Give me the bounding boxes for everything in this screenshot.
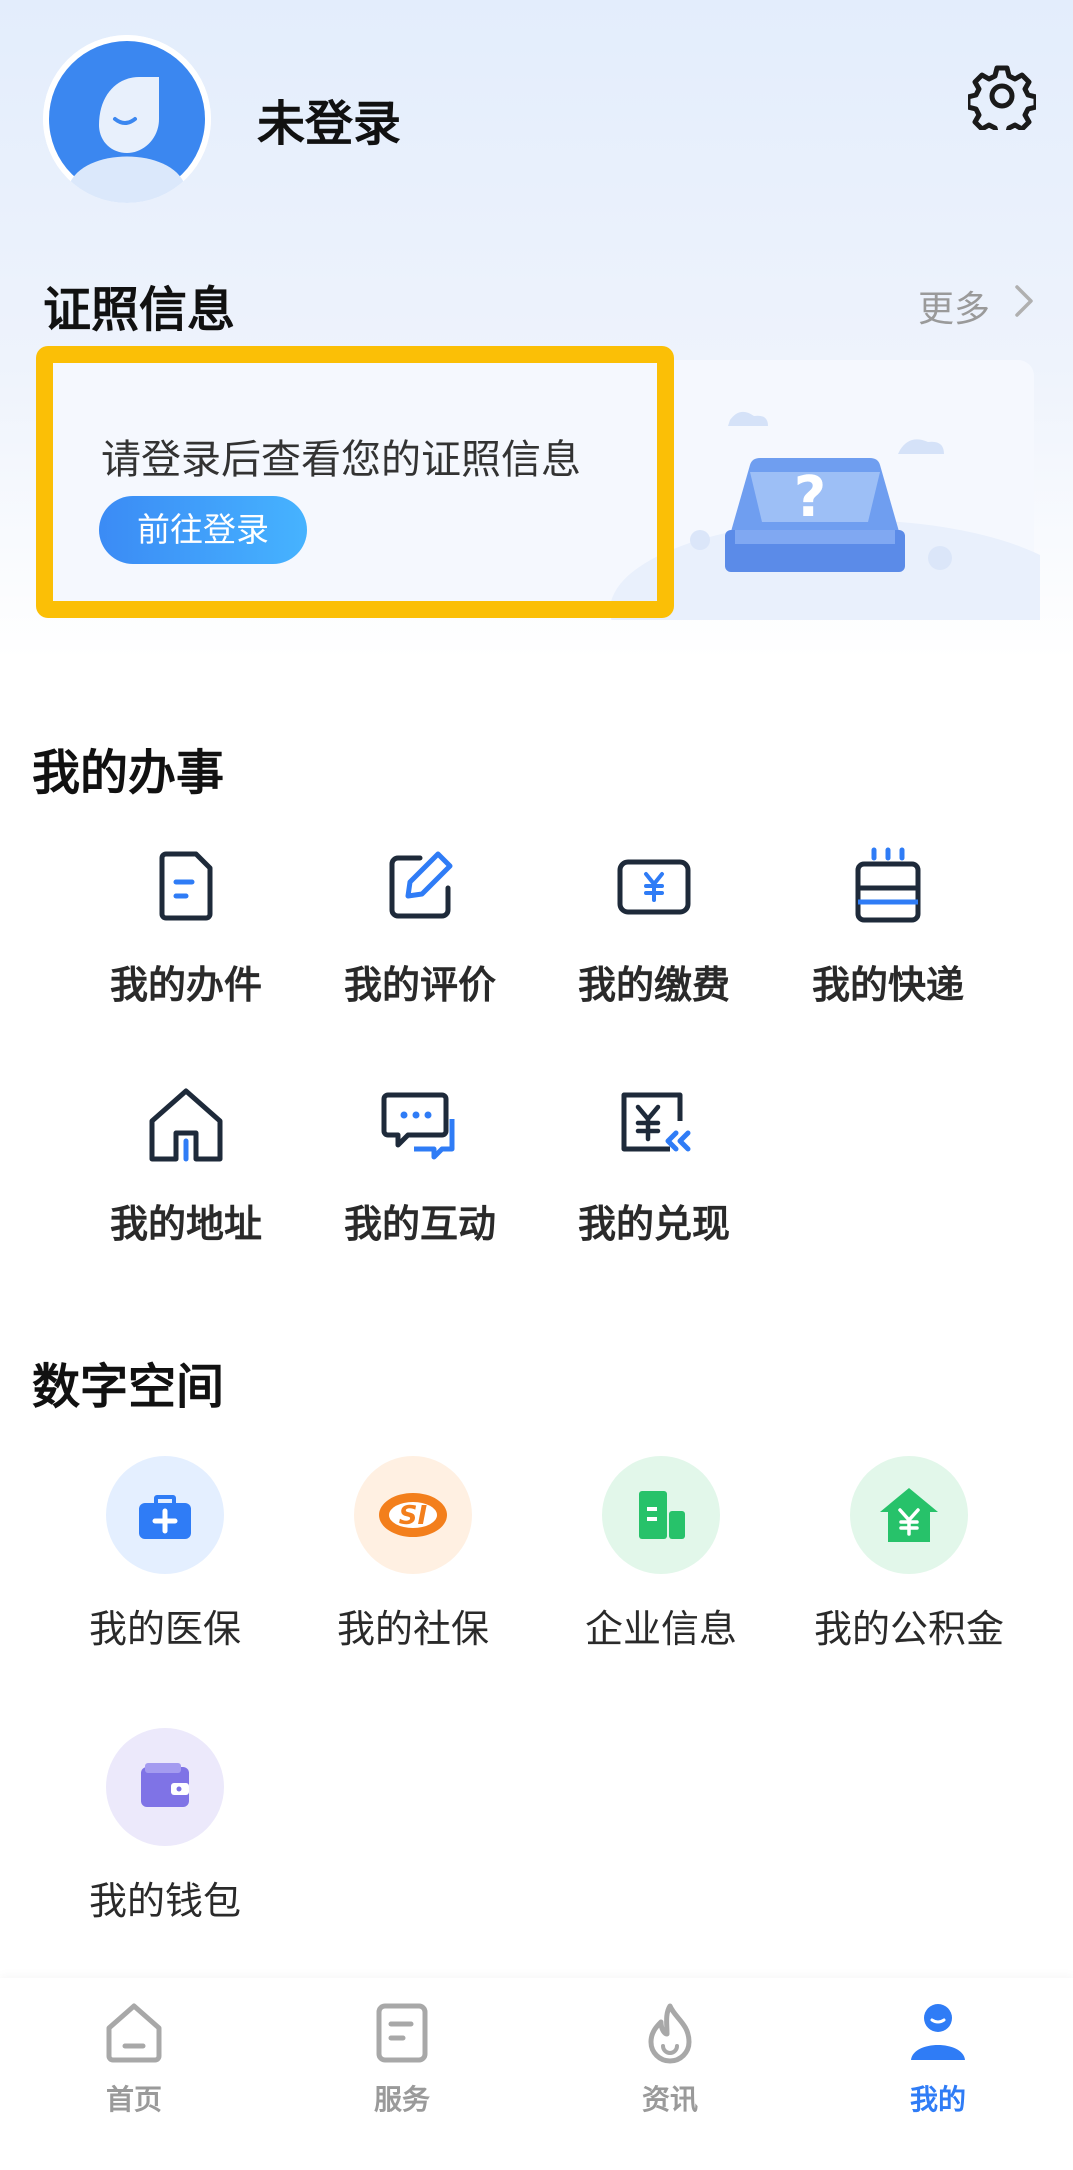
go-login-button[interactable]: 前往登录 bbox=[99, 496, 307, 564]
affair-item-payments[interactable]: 我的缴费 bbox=[539, 846, 769, 1009]
tab-label: 我的 bbox=[909, 2083, 966, 2116]
tab-label: 首页 bbox=[105, 2083, 162, 2116]
certificate-login-hint: 请登录后查看您的证照信息 bbox=[101, 437, 581, 483]
user-tab-icon bbox=[911, 2004, 965, 2060]
username-label[interactable]: 未登录 bbox=[257, 84, 401, 154]
my-affairs-title: 我的办事 bbox=[32, 745, 225, 801]
medical-kit-icon bbox=[106, 1456, 224, 1574]
affair-item-redeem[interactable]: 我的兑现 bbox=[539, 1085, 769, 1248]
digital-item-label: 我的医保 bbox=[88, 1607, 241, 1651]
affair-item-label: 我的快递 bbox=[811, 963, 964, 1007]
affair-item-express[interactable]: 我的快递 bbox=[773, 846, 1003, 1009]
redeem-icon bbox=[621, 1092, 691, 1152]
digital-item-housing-fund[interactable]: 我的公积金 bbox=[789, 1456, 1029, 1653]
affair-item-label: 我的地址 bbox=[109, 1202, 262, 1246]
service-tab-icon bbox=[376, 2003, 428, 2063]
digital-item-label: 企业信息 bbox=[584, 1607, 737, 1651]
affair-item-label: 我的评价 bbox=[343, 963, 496, 1007]
affair-item-label: 我的互动 bbox=[343, 1202, 496, 1246]
affair-item-documents[interactable]: 我的办件 bbox=[71, 846, 301, 1009]
affair-item-label: 我的办件 bbox=[109, 963, 262, 1007]
social-security-icon: SI bbox=[354, 1456, 472, 1574]
tab-services[interactable]: 服务 bbox=[268, 2000, 536, 2118]
digital-item-label: 我的钱包 bbox=[88, 1879, 241, 1923]
flame-icon bbox=[648, 2003, 692, 2064]
avatar[interactable] bbox=[43, 35, 211, 203]
affair-item-interaction[interactable]: 我的互动 bbox=[305, 1085, 535, 1248]
settings-button[interactable] bbox=[965, 62, 1039, 139]
edit-icon bbox=[389, 851, 453, 919]
chevron-right-icon[interactable] bbox=[1012, 283, 1036, 319]
home-tab-icon bbox=[106, 2003, 162, 2063]
affair-item-address[interactable]: 我的地址 bbox=[71, 1085, 301, 1248]
gear-icon bbox=[965, 65, 1039, 139]
svg-text:?: ? bbox=[794, 465, 826, 530]
home-icon bbox=[149, 1088, 223, 1162]
tab-home[interactable]: 首页 bbox=[0, 2000, 268, 2118]
affair-item-reviews[interactable]: 我的评价 bbox=[305, 846, 535, 1009]
digital-item-medical-insurance[interactable]: 我的医保 bbox=[45, 1456, 285, 1653]
chat-icon bbox=[381, 1092, 455, 1160]
avatar-placeholder-icon bbox=[43, 35, 211, 203]
digital-item-wallet[interactable]: 我的钱包 bbox=[45, 1728, 285, 1925]
digital-space-title: 数字空间 bbox=[32, 1359, 225, 1415]
tab-mine[interactable]: 我的 bbox=[804, 2000, 1072, 2118]
affair-item-label: 我的缴费 bbox=[577, 963, 730, 1007]
certificates-title: 证照信息 bbox=[43, 282, 236, 338]
yuan-payment-icon bbox=[617, 859, 691, 915]
housing-fund-icon bbox=[850, 1456, 968, 1574]
parcel-icon bbox=[855, 847, 921, 923]
tab-label: 资讯 bbox=[641, 2083, 698, 2116]
document-icon bbox=[159, 851, 213, 921]
digital-item-label: 我的社保 bbox=[336, 1607, 489, 1651]
digital-item-label: 我的公积金 bbox=[813, 1607, 1004, 1651]
digital-item-social-security[interactable]: SI 我的社保 bbox=[293, 1456, 533, 1653]
tab-news[interactable]: 资讯 bbox=[536, 2000, 804, 2118]
svg-text:SI: SI bbox=[399, 1501, 428, 1531]
wallet-icon bbox=[106, 1728, 224, 1846]
affair-item-label: 我的兑现 bbox=[577, 1202, 730, 1246]
tab-label: 服务 bbox=[373, 2083, 430, 2116]
building-icon bbox=[602, 1456, 720, 1574]
digital-item-enterprise-info[interactable]: 企业信息 bbox=[541, 1456, 781, 1653]
more-link[interactable]: 更多 bbox=[918, 280, 990, 332]
